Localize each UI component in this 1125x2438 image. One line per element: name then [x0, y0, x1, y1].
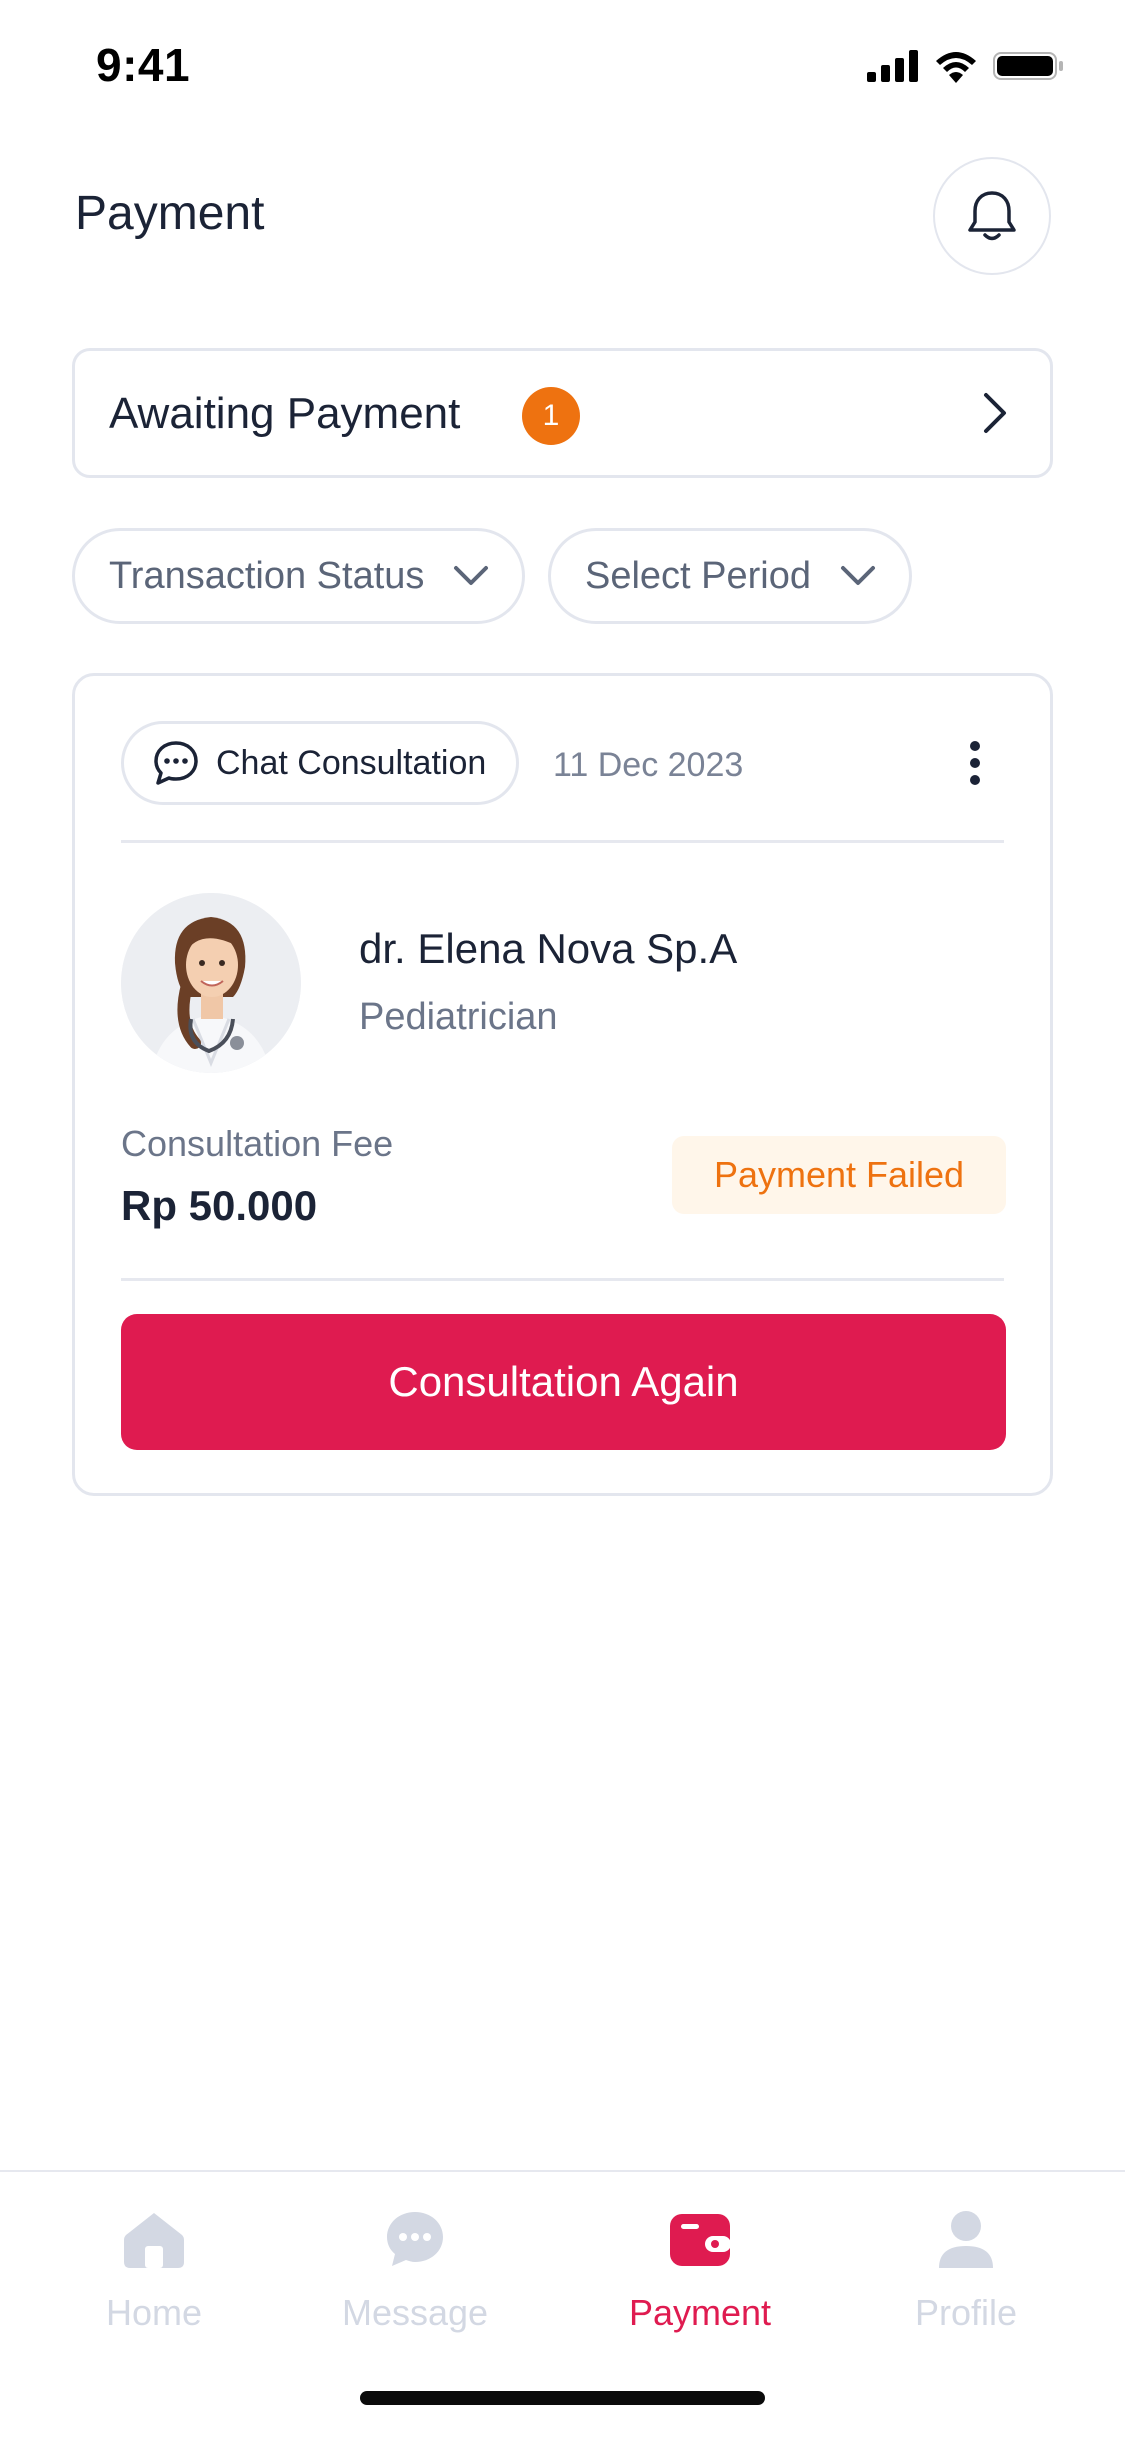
- doctor-name: dr. Elena Nova Sp.A: [359, 925, 738, 972]
- nav-label-profile: Profile: [914, 2292, 1018, 2333]
- bell-icon: [968, 191, 1016, 241]
- status-icons: [867, 48, 1065, 84]
- home-icon: [124, 2213, 184, 2268]
- message-icon: [387, 2212, 443, 2266]
- page-title: Payment: [75, 187, 265, 240]
- awaiting-count-badge: 1: [522, 387, 580, 445]
- signal-icon: [867, 50, 918, 82]
- nav-label-home: Home: [105, 2292, 203, 2333]
- consultation-again-button[interactable]: Consultation Again: [121, 1314, 1006, 1450]
- fee-value: Rp 50.000: [121, 1182, 318, 1229]
- fee-label: Consultation Fee: [121, 1123, 394, 1164]
- home-indicator: [360, 2391, 765, 2405]
- consultation-type-chip: Chat Consultation: [121, 721, 520, 805]
- nav-item-message[interactable]: Message: [315, 2210, 515, 2334]
- nav-label-payment: Payment: [628, 2292, 772, 2333]
- nav-label-message: Message: [341, 2292, 489, 2333]
- chevron-right-icon: [984, 393, 1006, 433]
- nav-item-home[interactable]: Home: [54, 2210, 254, 2334]
- transaction-status-filter[interactable]: Transaction Status: [72, 528, 526, 624]
- awaiting-payment-row[interactable]: Awaiting Payment 1: [72, 348, 1053, 478]
- more-options-icon[interactable]: [965, 740, 985, 786]
- doctor-avatar: [121, 893, 301, 1073]
- awaiting-payment-label: Awaiting Payment: [109, 389, 461, 438]
- select-period-filter[interactable]: Select Period: [548, 528, 913, 624]
- transaction-card: Chat Consultation 11 Dec 2023 dr. Elena …: [72, 673, 1053, 1496]
- card-divider: [121, 1278, 1004, 1281]
- chevron-down-icon: [454, 566, 489, 585]
- status-time: 9:41: [96, 39, 191, 91]
- payment-status-badge: Payment Failed: [672, 1136, 1006, 1214]
- nav-item-payment[interactable]: Payment: [600, 2210, 800, 2334]
- notification-button[interactable]: [933, 157, 1051, 275]
- transaction-status-label: Transaction Status: [109, 554, 425, 597]
- consultation-type-label: Chat Consultation: [216, 743, 487, 782]
- select-period-label: Select Period: [585, 554, 812, 597]
- wifi-icon: [936, 52, 976, 83]
- card-divider: [121, 840, 1004, 843]
- doctor-specialty: Pediatrician: [359, 996, 558, 1038]
- chevron-down-icon: [841, 566, 876, 585]
- nav-item-profile[interactable]: Profile: [866, 2210, 1066, 2334]
- transaction-date: 11 Dec 2023: [553, 746, 744, 784]
- wallet-icon: [670, 2214, 731, 2266]
- chat-bubble-icon: [154, 741, 198, 785]
- battery-icon: [993, 52, 1063, 80]
- profile-icon: [939, 2211, 993, 2268]
